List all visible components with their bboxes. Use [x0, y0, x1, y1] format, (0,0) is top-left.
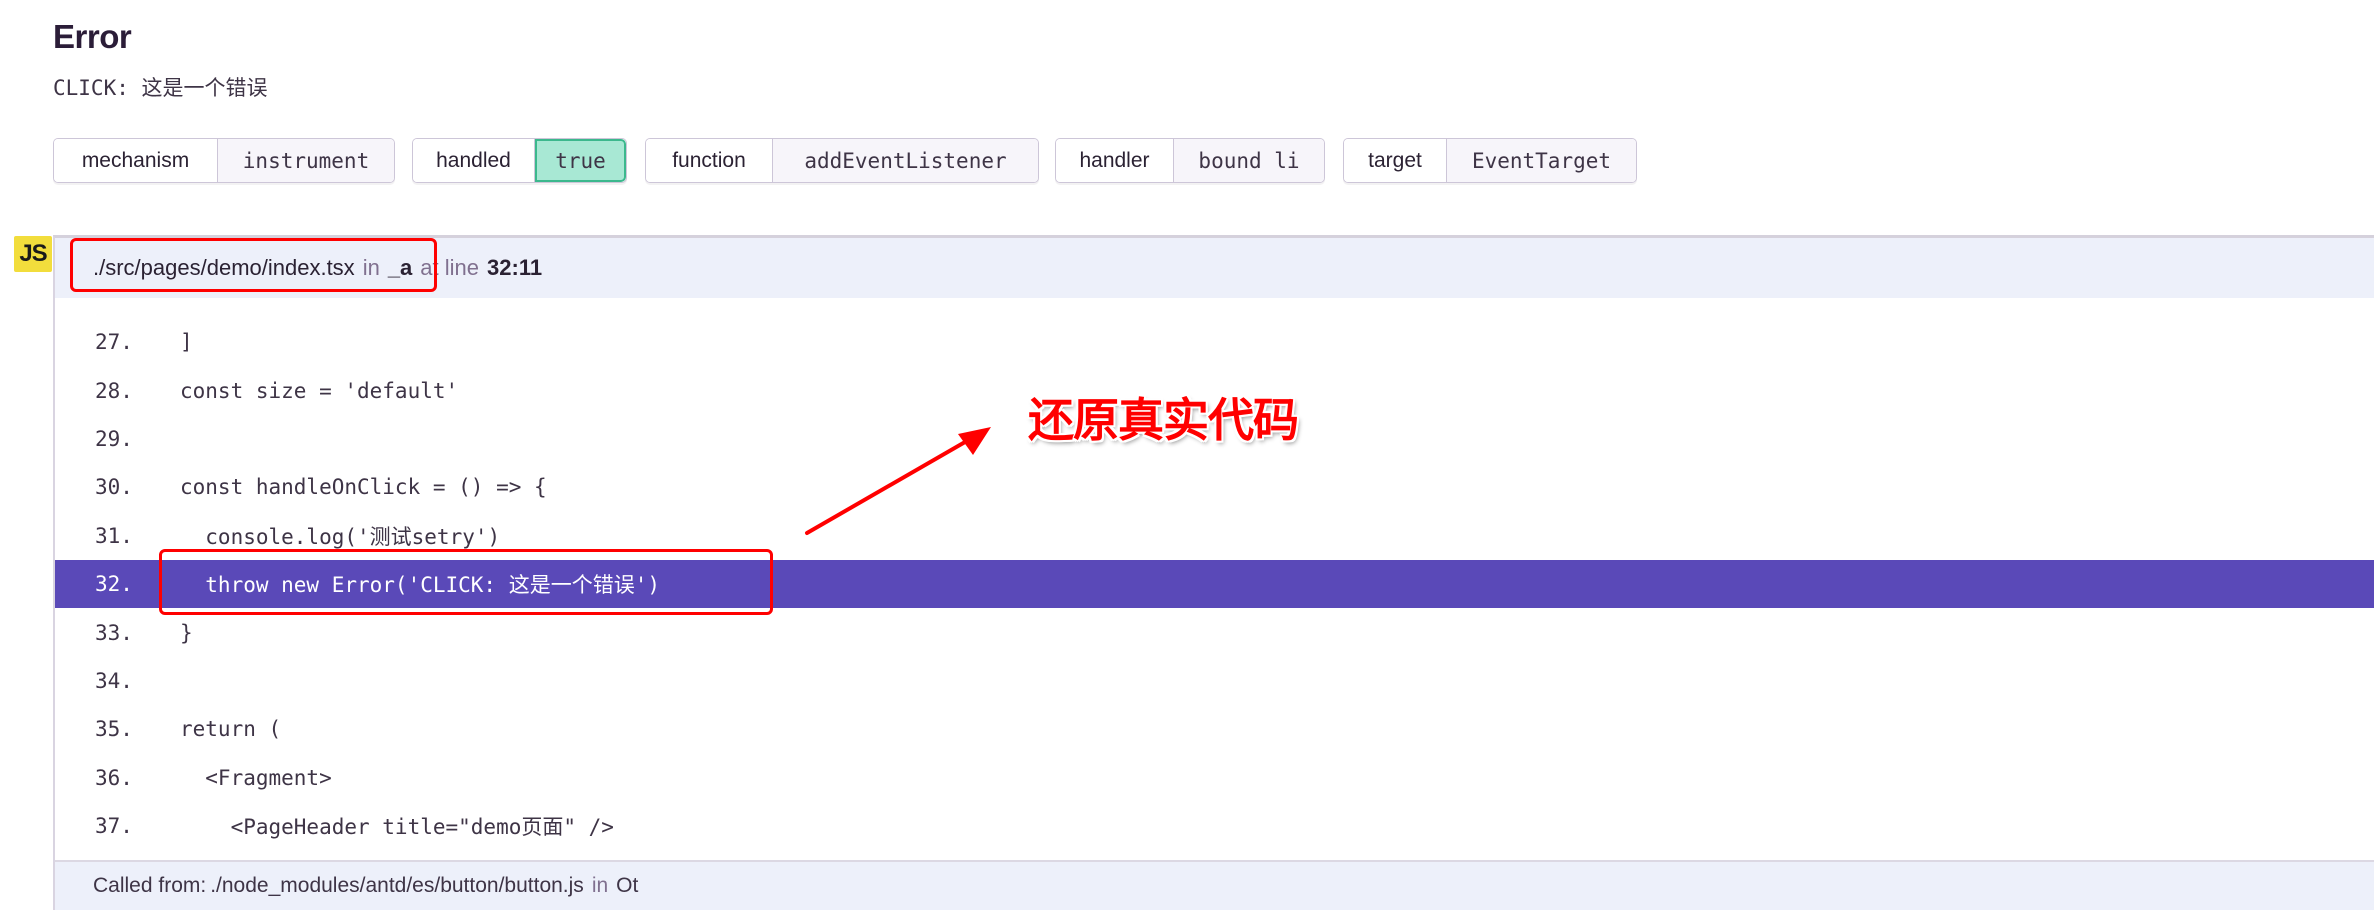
annotation-label: 还原真实代码 [1028, 394, 1299, 446]
annotation-arrow [805, 427, 991, 535]
arrow-shaft [805, 436, 974, 535]
